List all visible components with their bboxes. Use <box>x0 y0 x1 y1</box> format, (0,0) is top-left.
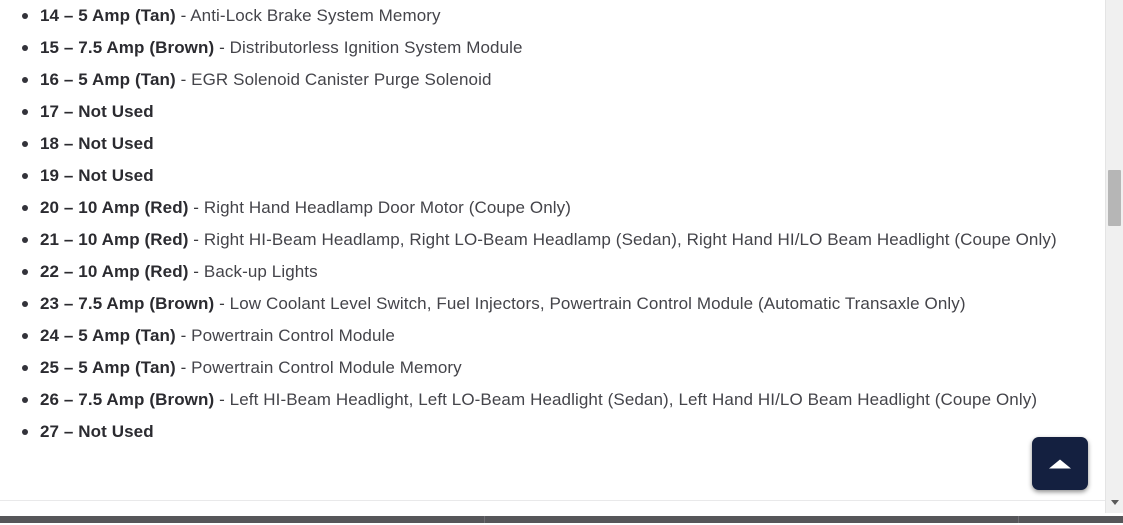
list-item: 20 – 10 Amp (Red) - Right Hand Headlamp … <box>0 192 1105 224</box>
horizontal-scrollbar-tick <box>484 516 485 523</box>
fuse-id-label: 27 – Not Used <box>40 422 154 441</box>
separator: - <box>214 38 230 57</box>
fuse-id-label: 26 – 7.5 Amp (Brown) <box>40 390 215 409</box>
bullet-icon <box>22 64 29 96</box>
fuse-id-label: 24 – 5 Amp (Tan) <box>40 326 176 345</box>
fuse-description: Powertrain Control Module <box>191 326 395 345</box>
separator: - <box>214 294 230 313</box>
fuse-id-label: 19 – Not Used <box>40 166 154 185</box>
list-item: 16 – 5 Amp (Tan) - EGR Solenoid Canister… <box>0 64 1105 96</box>
fuse-id-label: 20 – 10 Amp (Red) <box>40 198 189 217</box>
bullet-icon <box>22 320 29 352</box>
fuse-description: Left HI-Beam Headlight, Left LO-Beam Hea… <box>229 390 1038 409</box>
separator: - <box>214 390 230 409</box>
list-item: 19 – Not Used <box>0 160 1105 192</box>
separator: - <box>188 198 204 217</box>
bullet-icon <box>22 32 29 64</box>
list-item: 25 – 5 Amp (Tan) - Powertrain Control Mo… <box>0 352 1105 384</box>
fuse-id-label: 16 – 5 Amp (Tan) <box>40 70 176 89</box>
chevron-down-icon[interactable] <box>1110 500 1119 505</box>
fuse-description: EGR Solenoid Canister Purge Solenoid <box>191 70 492 89</box>
list-item: 17 – Not Used <box>0 96 1105 128</box>
bullet-icon <box>22 256 29 288</box>
list-item: 27 – Not Used <box>0 416 1105 448</box>
triangle-up-icon <box>1049 459 1071 468</box>
horizontal-scrollbar-track[interactable] <box>0 516 1123 523</box>
separator: - <box>175 358 192 377</box>
list-item: 23 – 7.5 Amp (Brown) - Low Coolant Level… <box>0 288 1105 320</box>
separator: - <box>188 262 204 281</box>
bullet-icon <box>22 384 29 416</box>
fuse-id-label: 21 – 10 Amp (Red) <box>40 230 189 249</box>
vertical-scrollbar-thumb[interactable] <box>1108 170 1121 226</box>
fuse-id-label: 17 – Not Used <box>40 102 154 121</box>
fuse-description: Right HI-Beam Headlamp, Right LO-Beam He… <box>203 230 1057 249</box>
list-item: 18 – Not Used <box>0 128 1105 160</box>
bullet-icon <box>22 128 29 160</box>
fuse-description: Low Coolant Level Switch, Fuel Injectors… <box>229 294 966 313</box>
bullet-icon <box>22 192 29 224</box>
list-item: 21 – 10 Amp (Red) - Right HI-Beam Headla… <box>0 224 1105 256</box>
bullet-icon <box>22 160 29 192</box>
page-viewport: 14 – 5 Amp (Tan) - Anti-Lock Brake Syste… <box>0 0 1105 513</box>
fuse-id-label: 18 – Not Used <box>40 134 154 153</box>
separator: - <box>175 326 192 345</box>
bullet-icon <box>22 416 29 448</box>
fuse-description: Right Hand Headlamp Door Motor (Coupe On… <box>203 198 572 217</box>
separator: - <box>175 70 192 89</box>
fuse-id-label: 25 – 5 Amp (Tan) <box>40 358 176 377</box>
separator: - <box>188 230 204 249</box>
bullet-icon <box>22 352 29 384</box>
fuse-id-label: 14 – 5 Amp (Tan) <box>40 6 176 25</box>
separator: - <box>175 6 191 25</box>
bullet-icon <box>22 288 29 320</box>
list-item: 24 – 5 Amp (Tan) - Powertrain Control Mo… <box>0 320 1105 352</box>
horizontal-scrollbar-tick <box>1018 516 1019 523</box>
list-item: 15 – 7.5 Amp (Brown) - Distributorless I… <box>0 32 1105 64</box>
bullet-icon <box>22 96 29 128</box>
fuse-id-label: 23 – 7.5 Amp (Brown) <box>40 294 215 313</box>
article-content: 14 – 5 Amp (Tan) - Anti-Lock Brake Syste… <box>0 0 1105 448</box>
fuse-id-label: 22 – 10 Amp (Red) <box>40 262 189 281</box>
fuse-description: Anti-Lock Brake System Memory <box>190 6 441 25</box>
list-item: 14 – 5 Amp (Tan) - Anti-Lock Brake Syste… <box>0 0 1105 32</box>
fuse-description: Powertrain Control Module Memory <box>191 358 462 377</box>
horizontal-scrollbar[interactable] <box>0 513 1123 525</box>
vertical-scrollbar[interactable] <box>1105 0 1123 513</box>
scroll-to-top-button[interactable] <box>1032 437 1088 490</box>
fuse-legend-list: 14 – 5 Amp (Tan) - Anti-Lock Brake Syste… <box>0 0 1105 448</box>
list-item: 22 – 10 Amp (Red) - Back-up Lights <box>0 256 1105 288</box>
bullet-icon <box>22 224 29 256</box>
fuse-description: Distributorless Ignition System Module <box>229 38 523 57</box>
list-item: 26 – 7.5 Amp (Brown) - Left HI-Beam Head… <box>0 384 1105 416</box>
content-bottom-divider <box>0 500 1105 501</box>
fuse-description: Back-up Lights <box>203 262 318 281</box>
bullet-icon <box>22 0 29 32</box>
fuse-id-label: 15 – 7.5 Amp (Brown) <box>40 38 215 57</box>
